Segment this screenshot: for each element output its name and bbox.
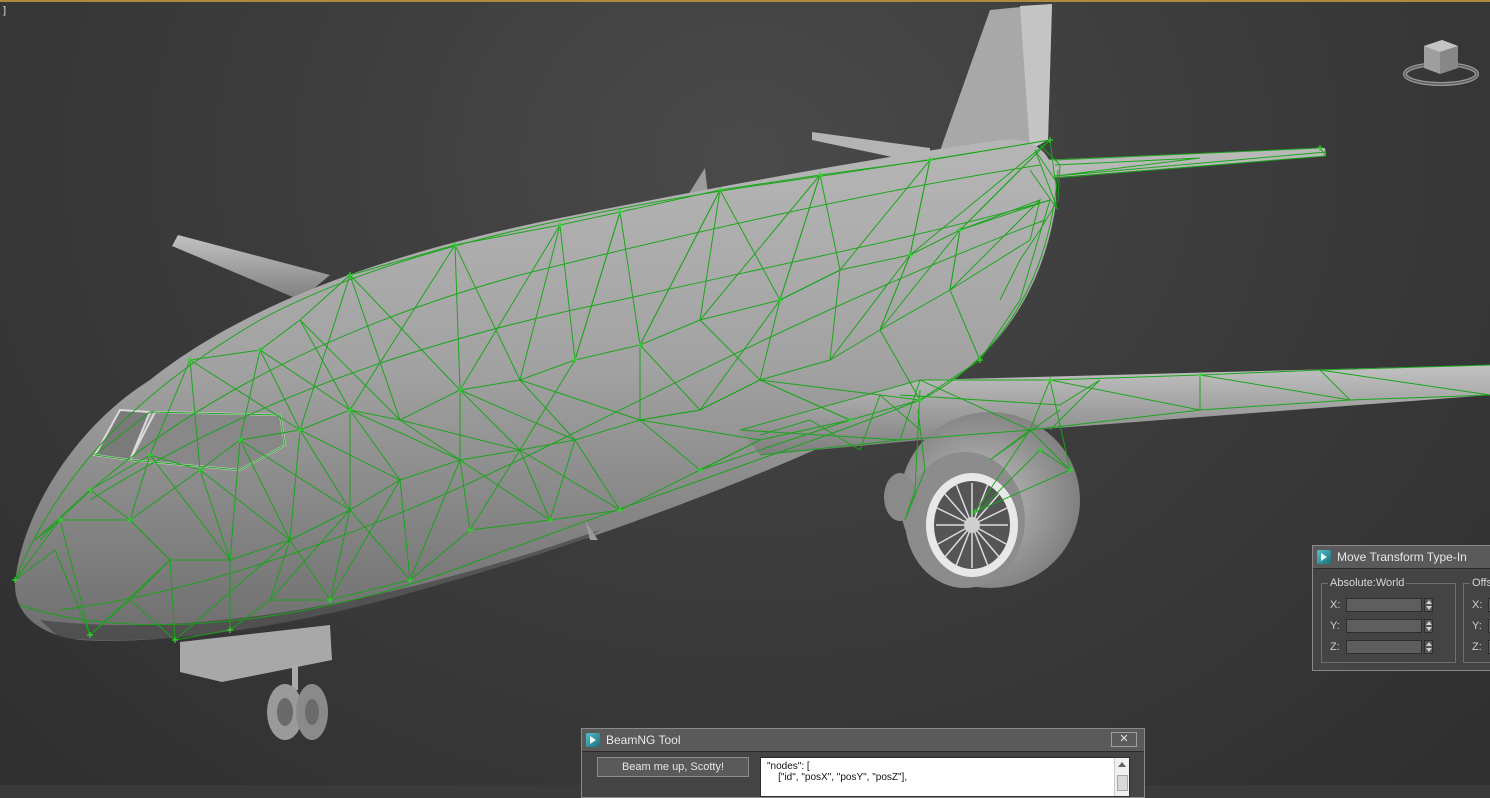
absolute-x-row: X:: [1330, 598, 1433, 612]
offset-axis-x-label: X:: [1472, 599, 1483, 611]
absolute-world-label: Absolute:World: [1328, 577, 1407, 589]
3dsmax-app-icon: [1317, 550, 1331, 564]
offset-label: Offs: [1470, 577, 1490, 589]
viewcube-icon[interactable]: [1402, 38, 1480, 88]
move-transform-dialog[interactable]: Move Transform Type-In Absolute:World X:…: [1312, 545, 1490, 671]
left-wing: [172, 235, 330, 300]
move-transform-titlebar[interactable]: Move Transform Type-In: [1313, 546, 1490, 569]
airplane-model[interactable]: [0, 0, 1490, 785]
beamng-tool-dialog[interactable]: BeamNG Tool ✕ Beam me up, Scotty! "nodes…: [581, 728, 1145, 798]
absolute-y-row: Y:: [1330, 619, 1433, 633]
main-landing-gear: [884, 473, 916, 521]
close-icon: ✕: [1119, 733, 1129, 745]
json-line: ["id", "posX", "posY", "posZ"],: [767, 772, 908, 783]
absolute-x-input[interactable]: [1346, 598, 1422, 612]
absolute-world-group: Absolute:World X: Y: Z:: [1321, 577, 1456, 663]
offset-axis-z-label: Z:: [1472, 641, 1482, 653]
move-transform-title: Move Transform Type-In: [1337, 550, 1467, 564]
json-scrollbar[interactable]: [1114, 758, 1129, 796]
offset-y-row: Y:: [1472, 619, 1490, 633]
beam-me-up-button[interactable]: Beam me up, Scotty!: [597, 757, 749, 777]
json-output-textarea[interactable]: "nodes": [ ["id", "posX", "posY", "posZ"…: [760, 757, 1130, 797]
offset-group: Offs X: Y: Z:: [1463, 577, 1490, 663]
scroll-up-icon[interactable]: [1118, 762, 1126, 767]
absolute-y-spinner[interactable]: [1424, 619, 1433, 633]
offset-x-row: X:: [1472, 598, 1490, 612]
offset-z-row: Z:: [1472, 640, 1490, 654]
close-button[interactable]: ✕: [1111, 732, 1137, 747]
absolute-z-input[interactable]: [1346, 640, 1422, 654]
beamng-tool-title: BeamNG Tool: [606, 733, 681, 747]
absolute-y-input[interactable]: [1346, 619, 1422, 633]
axis-y-label: Y:: [1330, 620, 1340, 632]
3dsmax-app-icon: [586, 733, 600, 747]
json-line: "nodes": [: [767, 761, 810, 772]
scroll-thumb[interactable]: [1117, 775, 1128, 791]
beamng-tool-titlebar[interactable]: BeamNG Tool ✕: [582, 729, 1144, 752]
absolute-z-row: Z:: [1330, 640, 1433, 654]
axis-x-label: X:: [1330, 599, 1341, 611]
offset-axis-y-label: Y:: [1472, 620, 1482, 632]
absolute-z-spinner[interactable]: [1424, 640, 1433, 654]
axis-z-label: Z:: [1330, 641, 1340, 653]
absolute-x-spinner[interactable]: [1424, 598, 1433, 612]
3d-viewport[interactable]: ]: [0, 0, 1490, 785]
